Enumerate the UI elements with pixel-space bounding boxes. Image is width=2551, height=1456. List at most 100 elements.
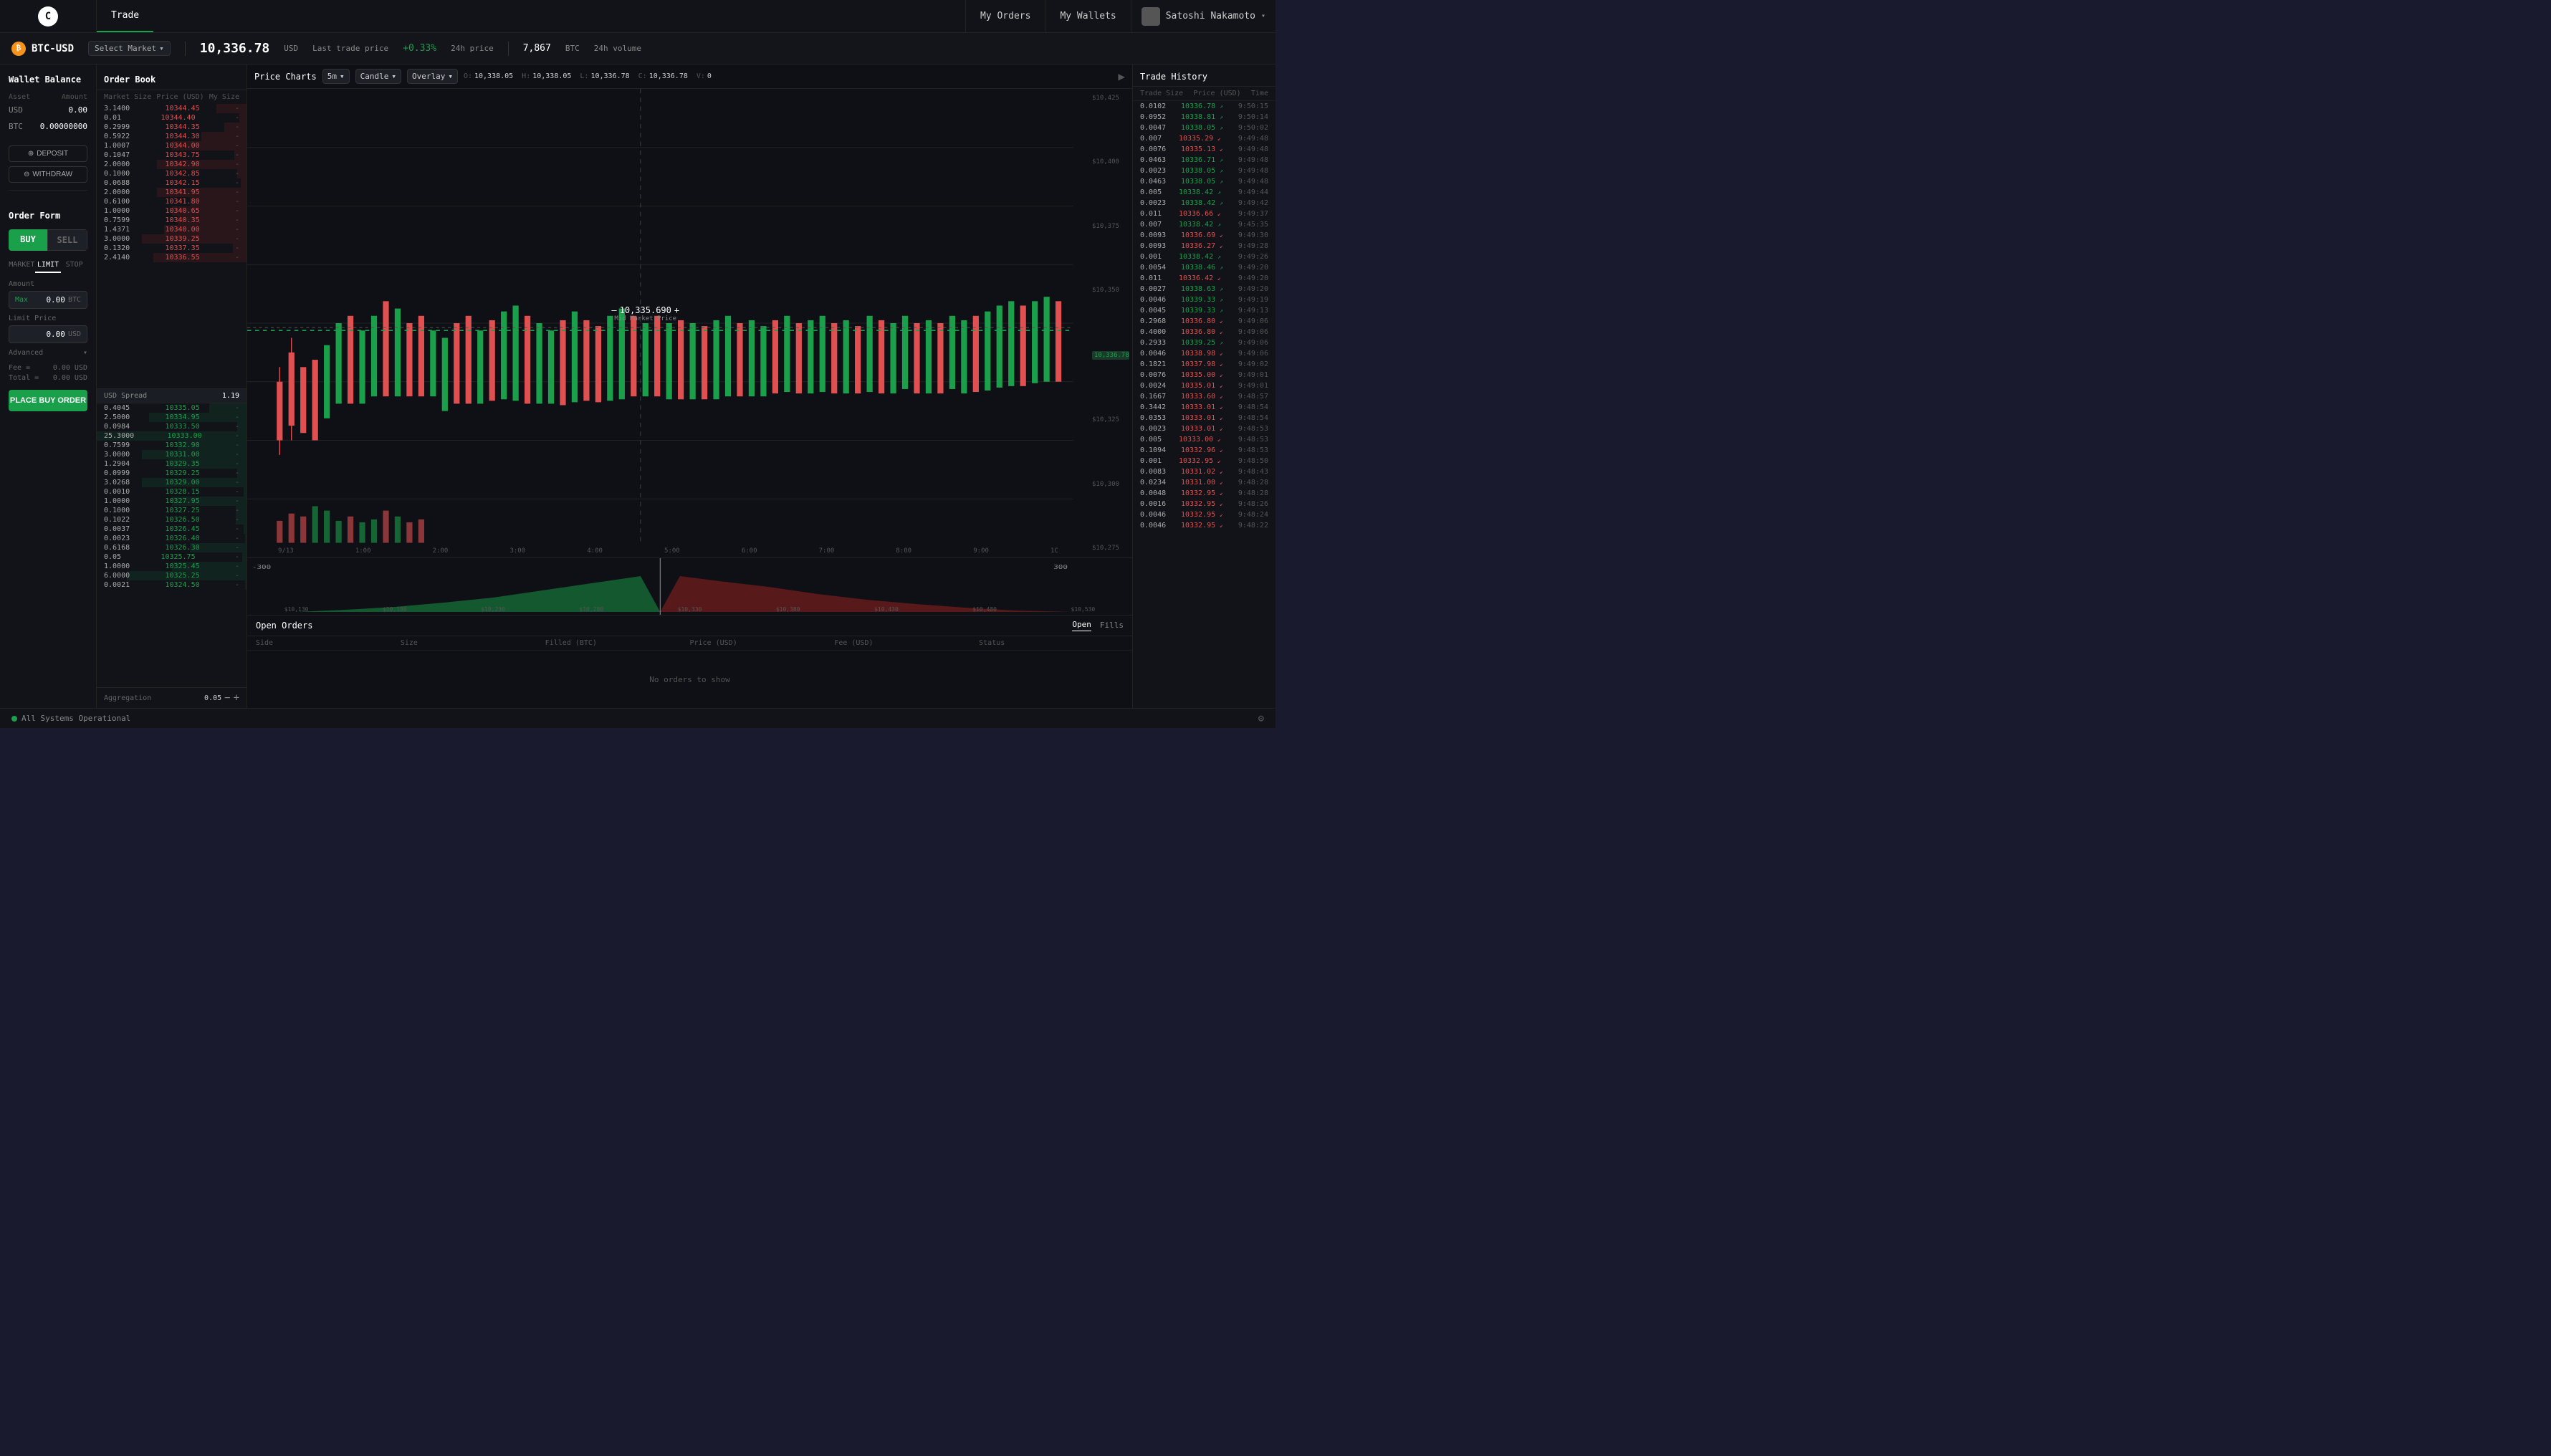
buy-tab[interactable]: BUY (9, 229, 47, 251)
order-book-ask-row[interactable]: 1.0000 10340.65 - (97, 206, 247, 216)
spread-value: 1.19 (222, 392, 239, 400)
trade-history-row: 0.0463 10338.05 ↗ 9:49:48 (1133, 176, 1276, 187)
order-book-ask-row[interactable]: 0.5922 10344.30 - (97, 132, 247, 141)
market-select[interactable]: Select Market ▾ (88, 41, 171, 56)
order-book-ask-row[interactable]: 0.1000 10342.85 - (97, 169, 247, 178)
order-book-ask-row[interactable]: 0.1047 10343.75 - (97, 150, 247, 160)
nav-tab-trade[interactable]: Trade (97, 0, 153, 32)
order-book-bid-row[interactable]: 2.5000 10334.95 - (97, 413, 247, 422)
order-book-ask-row[interactable]: 0.6100 10341.80 - (97, 197, 247, 206)
trade-history-row: 0.0076 10335.00 ↙ 9:49:01 (1133, 370, 1276, 380)
order-book-bid-row[interactable]: 0.0999 10329.25 - (97, 469, 247, 478)
order-book-ask-row[interactable]: 0.7599 10340.35 - (97, 216, 247, 225)
trade-history-row: 0.1667 10333.60 ↙ 9:48:57 (1133, 391, 1276, 402)
place-order-button[interactable]: PLACE BUY ORDER (9, 390, 87, 411)
order-book-ask-row[interactable]: 0.1320 10337.35 - (97, 244, 247, 253)
ohlcv-h: H: 10,338.05 (522, 72, 571, 80)
trade-history-row: 0.1094 10332.96 ↙ 9:48:53 (1133, 445, 1276, 456)
top-nav: C Trade My Orders My Wallets Satoshi Nak… (0, 0, 1276, 33)
order-book-ask-row[interactable]: 0.0688 10342.15 - (97, 178, 247, 188)
price-change: +0.33% (403, 43, 436, 54)
trade-history-row: 0.0023 10338.05 ↗ 9:49:48 (1133, 166, 1276, 176)
open-orders-panel: Open Orders Open Fills Side Size Filled … (247, 615, 1132, 708)
sell-tab[interactable]: SELL (47, 229, 87, 251)
order-book-ask-row[interactable]: 0.01 10344.40 - (97, 113, 247, 123)
settings-icon[interactable]: ⚙ (1258, 713, 1264, 724)
order-book-bid-row[interactable]: 0.7599 10332.90 - (97, 441, 247, 450)
trade-history-row: 0.0093 10336.69 ↙ 9:49:30 (1133, 230, 1276, 241)
chart-type-select[interactable]: Candle ▾ (355, 69, 401, 84)
order-book-bid-row[interactable]: 0.1000 10327.25 - (97, 506, 247, 515)
ticker-divider (185, 42, 186, 56)
trade-history-row: 0.0027 10338.63 ↗ 9:49:20 (1133, 284, 1276, 294)
price-charts-title: Price Charts (254, 72, 317, 82)
order-book-ask-row[interactable]: 2.4140 10336.55 - (97, 253, 247, 262)
order-book-bid-row[interactable]: 3.0268 10329.00 - (97, 478, 247, 487)
open-orders-tab[interactable]: Open (1072, 620, 1091, 631)
increase-aggregation-button[interactable]: + (234, 692, 239, 704)
ohlcv-c: C: 10,336.78 (638, 72, 688, 80)
order-book-ask-row[interactable]: 2.0000 10342.90 - (97, 160, 247, 169)
amount-field[interactable]: Max 0.00 BTC (9, 291, 87, 309)
limit-price-field[interactable]: 0.00 USD (9, 325, 87, 343)
last-price: 10,336.78 (200, 41, 270, 56)
order-book-bid-row[interactable]: 1.2904 10329.35 - (97, 459, 247, 469)
order-book-ask-row[interactable]: 3.0000 10339.25 - (97, 234, 247, 244)
market-tab[interactable]: MARKET (9, 258, 35, 273)
order-book-bid-row[interactable]: 1.0000 10327.95 - (97, 497, 247, 506)
order-book-bid-row[interactable]: 0.0010 10328.15 - (97, 487, 247, 497)
fills-tab[interactable]: Fills (1100, 621, 1124, 631)
decrease-aggregation-button[interactable]: − (224, 692, 230, 704)
limit-tab[interactable]: LIMIT (35, 258, 62, 273)
max-link[interactable]: Max (15, 296, 28, 304)
y-axis: $10,425 $10,400 $10,375 $10,350 10,336.7… (1089, 89, 1132, 557)
mid-price-overlay: — 10,335.690 + Mid Market Price (611, 305, 679, 322)
chart-toolbar: Price Charts 5m ▾ Candle ▾ Overlay ▾ O: … (247, 64, 1132, 89)
overlay-select[interactable]: Overlay ▾ (407, 69, 458, 84)
my-orders-button[interactable]: My Orders (965, 0, 1045, 32)
overlay-value: Overlay (412, 72, 445, 81)
trade-history-row: 0.4000 10336.80 ↙ 9:49:06 (1133, 327, 1276, 337)
my-wallets-button[interactable]: My Wallets (1045, 0, 1130, 32)
main-area: Wallet Balance Asset Amount USD 0.00 BTC… (0, 64, 1276, 708)
x-axis: 9/13 1:00 2:00 3:00 4:00 5:00 6:00 7:00 … (247, 545, 1089, 557)
timeframe-select[interactable]: 5m ▾ (322, 69, 350, 84)
stop-tab[interactable]: STOP (61, 258, 87, 273)
order-book-bid-row[interactable]: 3.0000 10331.00 - (97, 450, 247, 459)
total-label: Total = (9, 374, 39, 382)
order-book-ask-row[interactable]: 1.0007 10344.00 - (97, 141, 247, 150)
chart-forward-icon[interactable]: ▶ (1118, 70, 1125, 83)
order-book-bid-row[interactable]: 0.6168 10326.30 - (97, 543, 247, 552)
order-book-bid-row[interactable]: 0.0021 10324.50 - (97, 580, 247, 590)
svg-text:300: 300 (1053, 564, 1068, 570)
order-book-bid-row[interactable]: 0.05 10325.75 - (97, 552, 247, 562)
order-book-ask-row[interactable]: 2.0000 10341.95 - (97, 188, 247, 197)
order-book-bid-row[interactable]: 0.4045 10335.05 - (97, 403, 247, 413)
order-book-bid-row[interactable]: 0.0037 10326.45 - (97, 525, 247, 534)
order-book-bid-row[interactable]: 1.0000 10325.45 - (97, 562, 247, 571)
amount-btc: 0.00000000 (40, 122, 87, 131)
order-book-bid-row[interactable]: 25.3000 10333.00 - (97, 431, 247, 441)
chart-type-value: Candle (360, 72, 389, 81)
trade-history-row: 0.0024 10335.01 ↙ 9:49:01 (1133, 380, 1276, 391)
order-book-ask-row[interactable]: 0.2999 10344.35 - (97, 123, 247, 132)
wallet-row-usd: USD 0.00 (9, 105, 87, 115)
order-book-bid-row[interactable]: 0.0023 10326.40 - (97, 534, 247, 543)
order-book-ask-row[interactable]: 1.4371 10340.00 - (97, 225, 247, 234)
withdraw-button[interactable]: ⊖ WITHDRAW (9, 166, 87, 183)
ticker-bar: ₿ BTC-USD Select Market ▾ 10,336.78 USD … (0, 33, 1276, 64)
wallet-balance-title: Wallet Balance (9, 75, 87, 85)
asset-usd: USD (9, 105, 23, 115)
deposit-button[interactable]: ⊕ DEPOSIT (9, 145, 87, 162)
user-area[interactable]: Satoshi Nakamoto ▾ (1131, 0, 1276, 32)
order-book-ask-row[interactable]: 3.1400 10344.45 - (97, 104, 247, 113)
order-book-bid-row[interactable]: 0.1022 10326.50 - (97, 515, 247, 525)
chart-panel: Price Charts 5m ▾ Candle ▾ Overlay ▾ O: … (247, 64, 1132, 708)
order-book-bid-row[interactable]: 6.0000 10325.25 - (97, 571, 247, 580)
order-book-bid-row[interactable]: 0.0984 10333.50 - (97, 422, 247, 431)
depth-chart: -300 300 $10,130 $10,180 $10,230 $10,280… (247, 557, 1132, 615)
main-chart-area[interactable]: $10,425 $10,400 $10,375 $10,350 10,336.7… (247, 89, 1132, 557)
advanced-toggle[interactable]: Advanced ▾ (9, 349, 87, 357)
open-orders-title: Open Orders (256, 621, 1063, 631)
chevron-down-icon: ▾ (1261, 12, 1265, 20)
